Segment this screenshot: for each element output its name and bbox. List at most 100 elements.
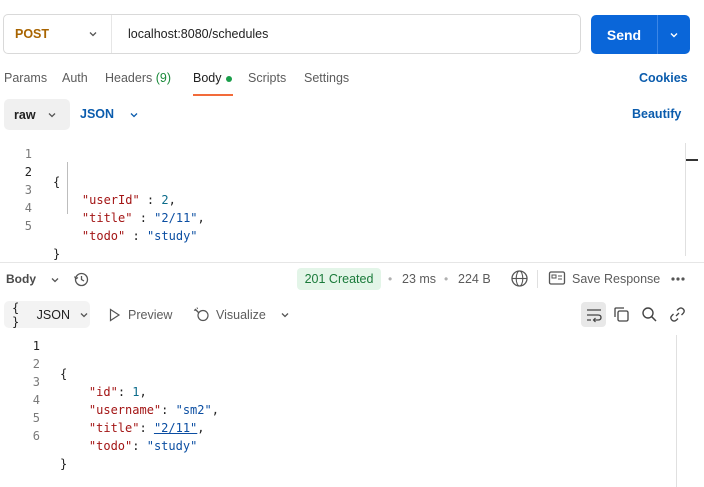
play-icon [108,308,121,322]
visualize-icon [193,306,210,323]
tab-auth[interactable]: Auth [62,71,88,85]
body-mode-label: raw [14,107,36,122]
copy-icon[interactable] [613,306,630,323]
json-punct: , [211,403,219,417]
json-key: "todo" [88,439,133,453]
json-punct [60,403,89,417]
tab-settings[interactable]: Settings [304,71,349,85]
line-number: 1 [24,147,32,161]
tab-params[interactable]: Params [4,71,47,85]
tab-headers-label: Headers [105,71,153,85]
chevron-down-icon [87,28,99,40]
tab-headers[interactable]: Headers (9) [105,71,171,85]
chevron-down-icon [128,109,140,121]
chevron-down-icon [49,274,61,286]
json-punct: : [139,193,162,207]
link-icon[interactable] [669,306,686,323]
line-number: 4 [32,393,40,407]
json-punct: : [161,403,176,417]
search-icon[interactable] [641,306,658,323]
json-punct: , [168,193,176,207]
response-body-viewer[interactable]: { "id": 1, "username": "sm2", "title": "… [60,337,219,487]
code-line: "title" : "2/11", [53,209,205,227]
json-punct: , [197,211,205,225]
separator-dot: • [444,272,449,286]
json-punct [53,193,82,207]
json-punct: } [53,247,61,261]
body-mode-selector[interactable]: raw [4,99,70,130]
line-number: 3 [32,375,40,389]
json-punct: : [132,439,147,453]
json-punct: : [132,211,155,225]
line-number: 2 [32,357,40,371]
json-punct: { [53,175,61,189]
request-editor-scroll-thumb[interactable] [686,159,698,161]
line-number: 6 [32,429,40,443]
response-view-format-selector[interactable]: { } JSON [4,300,90,329]
more-icon[interactable] [670,271,686,287]
response-body-selector[interactable]: Body [6,272,61,286]
code-line: "title": "2/11", [60,419,219,437]
json-key: "userId" [81,193,140,207]
beautify-button[interactable]: Beautify [632,107,681,121]
json-key: "id" [88,385,118,399]
request-body-editor[interactable]: { "userId" : 2, "title" : "2/11", "todo"… [53,145,205,277]
line-number: 1 [32,339,40,353]
history-icon[interactable] [73,271,90,288]
globe-icon[interactable] [510,269,529,288]
json-punct: , [197,421,205,435]
chevron-down-icon [78,309,90,321]
chevron-down-icon[interactable] [279,309,291,321]
body-format-selector[interactable]: JSON [80,107,140,121]
json-punct [53,229,82,243]
send-button[interactable]: Send [591,15,658,54]
json-string: "2/11" [154,211,198,225]
chevron-down-icon [670,32,678,37]
url-input[interactable]: localhost:8080/schedules [112,27,268,41]
visualize-button[interactable]: Visualize [216,308,266,322]
separator-dot: • [388,272,393,286]
cookies-link[interactable]: Cookies [639,71,688,85]
request-line-numbers: 1 2 3 4 5 [18,145,32,235]
status-badge[interactable]: 201 Created [297,268,381,290]
response-scrollbar[interactable] [676,335,677,487]
preview-button[interactable]: Preview [128,308,172,322]
code-line: } [53,245,205,263]
code-line: "todo": "study" [60,437,219,455]
response-size[interactable]: 224 B [458,272,491,286]
json-punct: } [60,457,68,471]
json-string: "sm2" [175,403,212,417]
response-time[interactable]: 23 ms [402,272,436,286]
save-icon [548,270,566,286]
json-punct [60,439,89,453]
wrap-lines-button[interactable] [581,302,606,327]
json-key: "title" [81,211,133,225]
method-label: POST [15,27,50,41]
code-line: "userId" : 2, [53,191,205,209]
method-selector[interactable]: POST [4,15,112,53]
tab-body[interactable]: Body [193,71,232,85]
json-punct: { [60,367,68,381]
json-number: 2 [161,193,169,207]
body-format-label: JSON [80,107,115,121]
json-punct [53,211,82,225]
json-number: 1 [132,385,140,399]
json-punct: : [125,229,147,243]
line-number: 5 [32,411,40,425]
json-key: "username" [88,403,162,417]
tab-scripts[interactable]: Scripts [248,71,286,85]
json-string: "study" [146,439,198,453]
json-punct [60,421,89,435]
braces-icon: { } [12,300,20,329]
json-key: "todo" [81,229,126,243]
code-line: } [60,455,219,473]
save-response-button[interactable]: Save Response [572,272,660,286]
active-tab-indicator [193,94,233,96]
pane-divider[interactable] [0,262,704,263]
line-number: 4 [24,201,32,215]
headers-count: (9) [155,71,172,85]
send-options-button[interactable] [658,15,690,54]
code-line: "todo" : "study" [53,227,205,245]
code-line: { [53,173,205,191]
wrap-lines-icon [586,308,602,322]
